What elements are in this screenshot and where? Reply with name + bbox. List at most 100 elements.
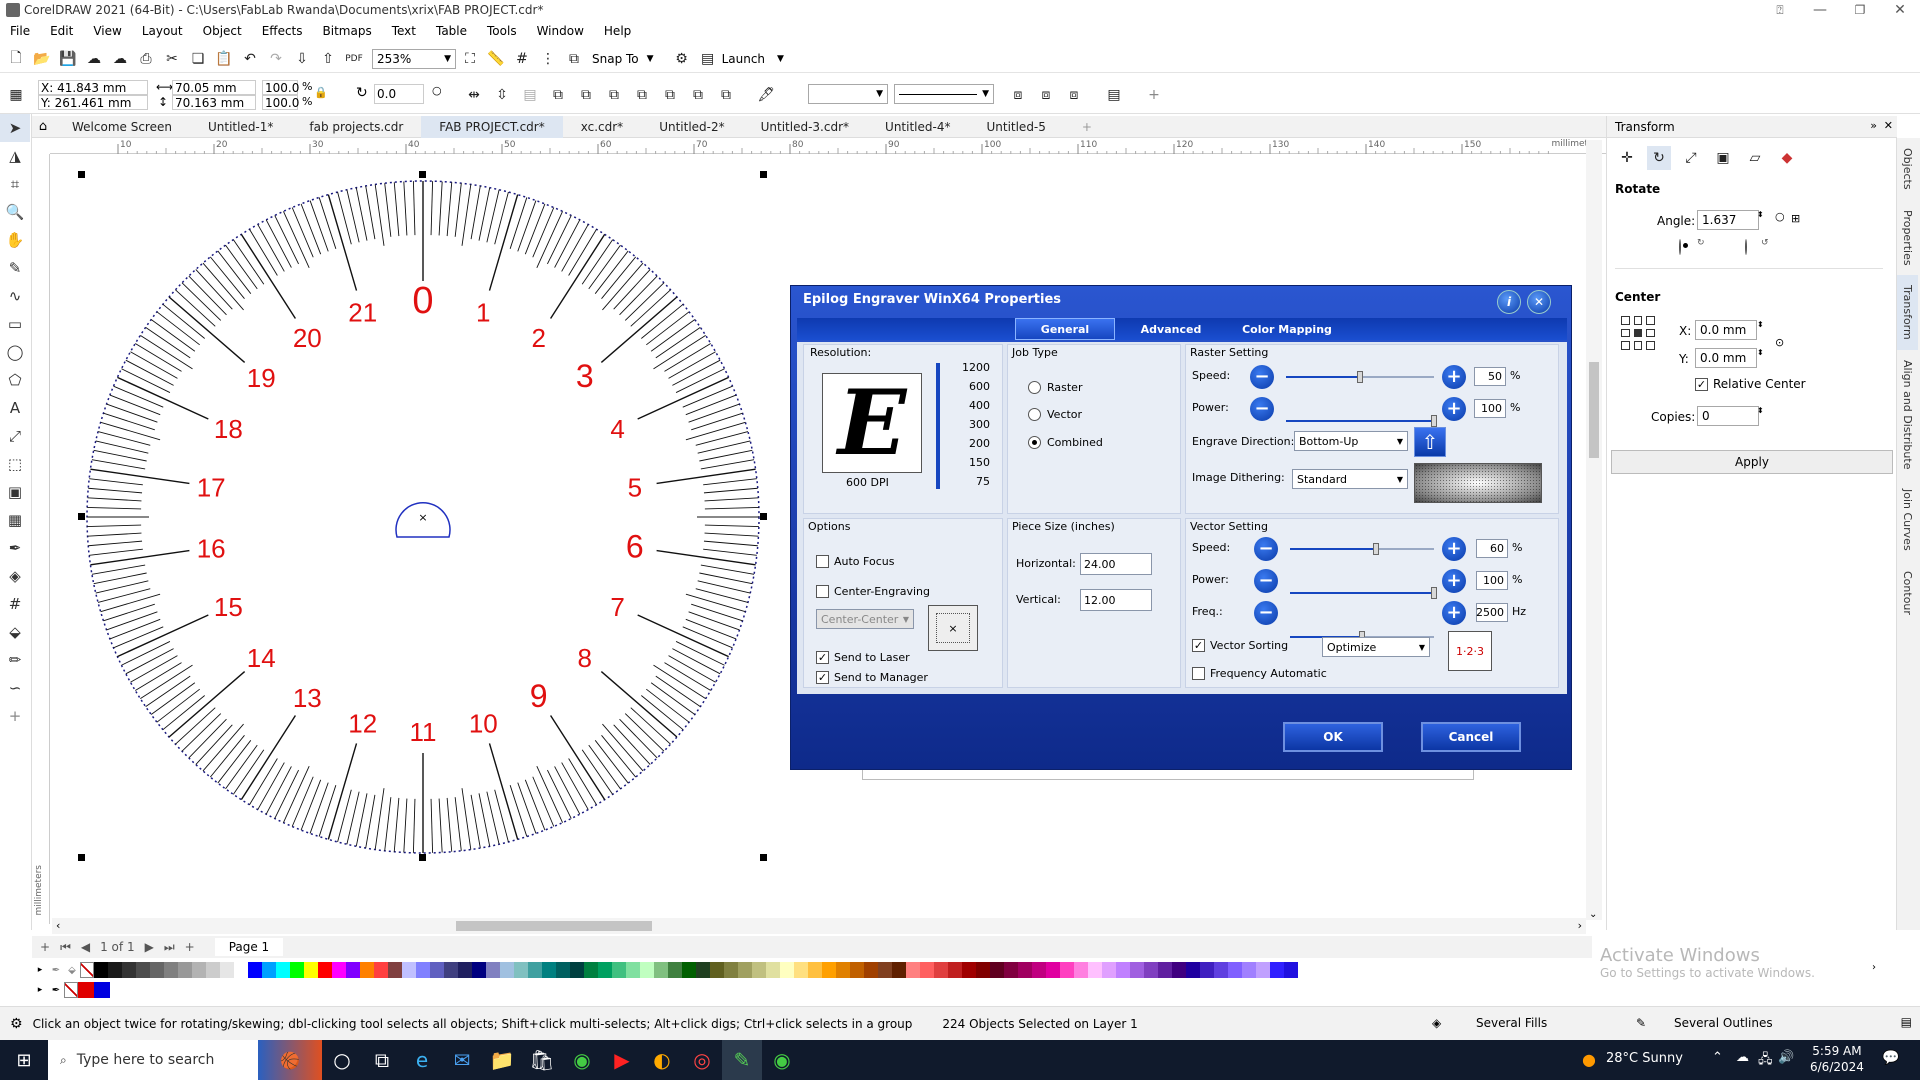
color-swatch[interactable] xyxy=(808,962,822,978)
center-x-field[interactable]: 0.0 mm xyxy=(1695,320,1757,340)
file-explorer-icon[interactable]: 📁 xyxy=(482,1040,522,1080)
document-tab[interactable]: Untitled-5 xyxy=(968,116,1063,138)
color-swatch[interactable] xyxy=(248,962,262,978)
color-swatch[interactable] xyxy=(1228,962,1242,978)
grid-icon[interactable]: # xyxy=(510,47,534,71)
resolution-slider[interactable] xyxy=(936,363,940,489)
task-view-icon[interactable]: ⧉ xyxy=(362,1040,402,1080)
job-vector-option[interactable]: Vector xyxy=(1028,408,1082,421)
center-engraving-checkbox[interactable] xyxy=(816,585,829,598)
color-swatch[interactable] xyxy=(1144,962,1158,978)
zoom-select[interactable]: 253% ▼ xyxy=(372,48,456,69)
menu-window[interactable]: Window xyxy=(527,24,594,38)
copies-spinner-icon[interactable]: ⬍ xyxy=(1757,406,1764,415)
shadow-tool-icon[interactable]: ▣ xyxy=(0,478,30,506)
docker-tab[interactable]: Properties xyxy=(1897,200,1918,276)
color-swatch[interactable] xyxy=(892,962,906,978)
document-tab[interactable]: FAB PROJECT.cdr* xyxy=(421,115,563,138)
open-icon[interactable]: 📂 xyxy=(30,47,54,71)
transparency-tool-icon[interactable]: ▦ xyxy=(0,506,30,534)
docker-tab[interactable]: Align and Distribute xyxy=(1897,350,1918,479)
first-page-icon[interactable]: ⏮ xyxy=(60,940,71,955)
connector-tool-icon[interactable]: ⬚ xyxy=(0,450,30,478)
intersect-icon[interactable]: ⧈ xyxy=(1034,83,1058,107)
no-color-swatch[interactable] xyxy=(80,962,94,978)
color-swatch[interactable] xyxy=(752,962,766,978)
color-swatch[interactable] xyxy=(1284,962,1298,978)
mesh-fill-icon[interactable]: # xyxy=(0,590,30,618)
zoom-tool-icon[interactable]: 🔍 xyxy=(0,198,30,226)
network-icon[interactable]: 🖧 xyxy=(1758,1050,1773,1072)
color-swatch[interactable] xyxy=(332,962,346,978)
vector-speed-slider[interactable] xyxy=(1290,543,1434,555)
color-swatch[interactable] xyxy=(472,962,486,978)
palette-left-arrow-icon[interactable]: ▸ xyxy=(32,965,48,975)
color-swatch[interactable] xyxy=(1074,962,1088,978)
outline-width-select[interactable]: ▼ xyxy=(808,84,888,104)
dpi-option[interactable]: 300 xyxy=(950,418,990,437)
color-swatch[interactable] xyxy=(1102,962,1116,978)
color-swatch[interactable] xyxy=(1270,962,1284,978)
undo-icon[interactable]: ↶ xyxy=(238,47,262,71)
snap-to-button[interactable]: Snap To xyxy=(592,52,639,66)
color-swatch[interactable] xyxy=(542,962,556,978)
color-swatch[interactable] xyxy=(514,962,528,978)
add-page-before-icon[interactable]: + xyxy=(40,940,50,954)
scale-mirror-icon[interactable]: ⤢ xyxy=(1679,146,1703,170)
dpi-option[interactable]: 200 xyxy=(950,437,990,456)
color-swatch[interactable] xyxy=(794,962,808,978)
app-red-icon[interactable]: ◎ xyxy=(682,1040,722,1080)
color-swatch[interactable] xyxy=(934,962,948,978)
color-swatch[interactable] xyxy=(318,962,332,978)
selection-handle[interactable] xyxy=(419,854,426,861)
color-swatch[interactable] xyxy=(836,962,850,978)
frequency-automatic-option[interactable]: Frequency Automatic xyxy=(1192,667,1327,680)
import-icon[interactable]: ⇩ xyxy=(290,47,314,71)
color-swatch[interactable] xyxy=(388,962,402,978)
scroll-right-icon[interactable]: › xyxy=(1578,919,1582,932)
color-swatch[interactable] xyxy=(206,962,220,978)
vector-radio[interactable] xyxy=(1028,408,1041,421)
color-swatch[interactable] xyxy=(276,962,290,978)
color-swatch[interactable] xyxy=(346,962,360,978)
color-swatch[interactable] xyxy=(192,962,206,978)
clock[interactable]: 5:59 AM 6/6/2024 xyxy=(1810,1043,1864,1075)
previous-page-icon[interactable]: ◀ xyxy=(81,940,90,954)
color-swatch[interactable] xyxy=(416,962,430,978)
rulers-icon[interactable]: 📏 xyxy=(484,47,508,71)
slider-knob[interactable] xyxy=(1373,543,1380,555)
menu-file[interactable]: File xyxy=(0,24,40,38)
color-swatch[interactable] xyxy=(1200,962,1214,978)
color-swatch[interactable] xyxy=(1060,962,1074,978)
color-swatch[interactable] xyxy=(1158,962,1172,978)
raster-speed-plus-icon[interactable]: + xyxy=(1442,365,1466,389)
color-swatch[interactable] xyxy=(962,962,976,978)
wrap-text-icon[interactable]: ▤ xyxy=(518,83,542,107)
ungroup-icon[interactable]: ⧉ xyxy=(574,83,598,107)
dpi-option[interactable]: 600 xyxy=(950,380,990,399)
color-swatch[interactable] xyxy=(668,962,682,978)
guidelines-icon[interactable]: ⋮ xyxy=(536,47,560,71)
color-swatch[interactable] xyxy=(1186,962,1200,978)
color-swatch[interactable] xyxy=(1172,962,1186,978)
color-swatch[interactable] xyxy=(136,962,150,978)
tab-color-mapping[interactable]: Color Mapping xyxy=(1227,318,1347,340)
color-swatch[interactable] xyxy=(570,962,584,978)
outline-pen-icon[interactable]: 🖋 xyxy=(754,83,778,107)
color-swatch[interactable] xyxy=(640,962,654,978)
edge-icon[interactable]: e xyxy=(402,1040,442,1080)
slider-knob[interactable] xyxy=(1431,587,1437,599)
red-swatch[interactable] xyxy=(78,982,94,998)
apply-button[interactable]: Apply xyxy=(1611,450,1893,474)
maximize-icon[interactable]: ❐ xyxy=(1840,3,1880,17)
cloud-upload-icon[interactable]: ☁ xyxy=(82,47,106,71)
menu-view[interactable]: View xyxy=(83,24,131,38)
volume-icon[interactable]: 🔊 xyxy=(1778,1050,1794,1065)
color-swatch[interactable] xyxy=(1032,962,1046,978)
page-tab[interactable]: Page 1 xyxy=(214,938,284,956)
menu-help[interactable]: Help xyxy=(594,24,641,38)
windows-start-icon[interactable]: ⊞ xyxy=(0,1040,48,1080)
frequency-field[interactable]: 2500 xyxy=(1476,603,1508,622)
color-swatch[interactable] xyxy=(444,962,458,978)
ellipse-tool-icon[interactable]: ◯ xyxy=(0,338,30,366)
